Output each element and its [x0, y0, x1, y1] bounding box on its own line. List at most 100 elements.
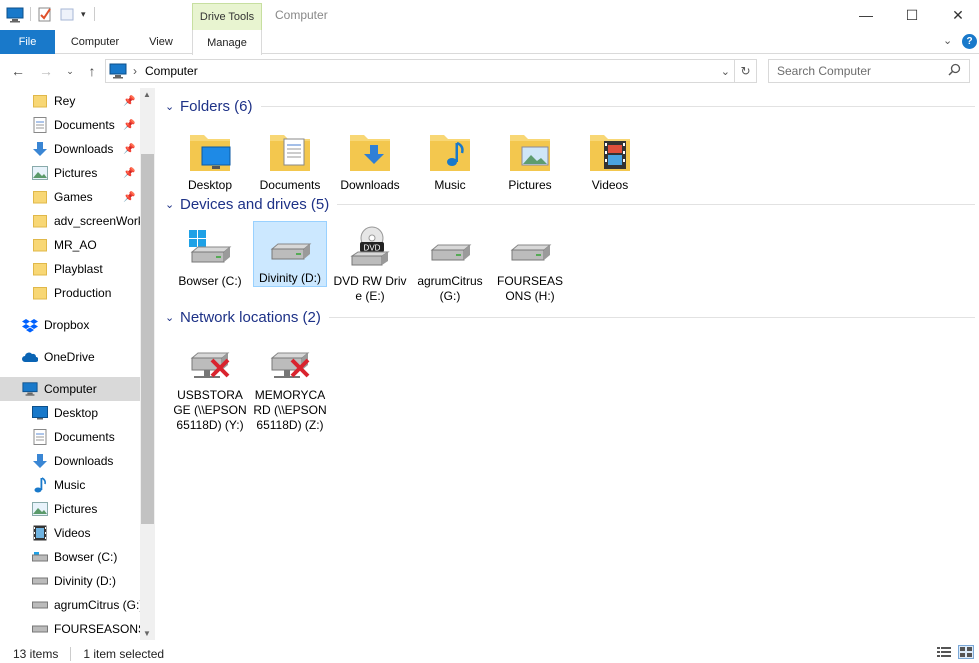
nav-item-desktop[interactable]: Desktop — [0, 401, 140, 425]
collapse-chevron-icon[interactable]: ⌄ — [165, 100, 180, 113]
drive-tile-fourseasons-h[interactable]: FOURSEASONS (H:) — [493, 222, 567, 304]
qa-divider — [30, 7, 31, 21]
nav-item-pictures[interactable]: Pictures — [0, 497, 140, 521]
collapse-chevron-icon[interactable]: ⌄ — [165, 198, 180, 211]
group-divider — [260, 106, 975, 107]
folder-tile-documents[interactable]: Documents — [253, 126, 327, 193]
drive-icon — [32, 573, 48, 589]
pictures-icon — [32, 165, 48, 181]
nav-item-agrumcitrus-g[interactable]: agrumCitrus (G:) — [0, 593, 140, 617]
group-header-folders[interactable]: ⌄ Folders (6) — [165, 98, 975, 115]
nav-item-bowser-c[interactable]: Bowser (C:) — [0, 545, 140, 569]
drive-icon — [32, 549, 48, 565]
back-button[interactable]: ← — [8, 61, 28, 81]
selection-count: 1 item selected — [83, 646, 165, 661]
windows-drive-icon — [186, 224, 234, 272]
music-folder-icon — [426, 128, 474, 176]
pin-icon[interactable]: 📌 — [123, 120, 135, 131]
pin-icon[interactable]: 📌 — [123, 144, 135, 155]
search-box[interactable]: Search Computer — [768, 59, 970, 83]
customize-toolbar-icon[interactable]: ▾ — [81, 9, 86, 20]
nav-item-music[interactable]: Music — [0, 473, 140, 497]
help-icon[interactable]: ? — [962, 34, 977, 49]
folder-tile-videos[interactable]: Videos — [573, 126, 647, 193]
search-icon[interactable] — [948, 63, 961, 79]
nav-item-computer[interactable]: Computer — [0, 377, 140, 401]
nav-item-downloads[interactable]: Downloads — [0, 449, 140, 473]
tab-computer[interactable]: Computer — [58, 30, 132, 54]
search-input[interactable]: Search Computer — [777, 64, 871, 78]
navigation-pane[interactable]: Rey 📌 Documents 📌 Downloads 📌 Pictures 📌… — [0, 88, 155, 643]
pin-icon[interactable]: 📌 — [123, 168, 135, 179]
nav-item-documents[interactable]: Documents — [0, 425, 140, 449]
nav-item-adv-screenwork[interactable]: adv_screenWork — [0, 209, 140, 233]
nav-item-dropbox[interactable]: Dropbox — [0, 313, 140, 337]
forward-button[interactable]: → — [36, 61, 56, 81]
drive-tile-agrumcitrus-g[interactable]: agrumCitrus (G:) — [413, 222, 487, 304]
network-tile-usbstorage-y[interactable]: USBSTORAGE (\\EPSON65118D) (Y:) — [173, 336, 247, 433]
minimize-button[interactable]: — — [843, 0, 889, 30]
content-pane[interactable]: ⌄ Folders (6) Desktop Documents Download… — [160, 90, 975, 640]
nav-item-mr-ao[interactable]: MR_AO — [0, 233, 140, 257]
drive-tile-bowser-c[interactable]: Bowser (C:) — [173, 222, 247, 289]
group-header-devices[interactable]: ⌄ Devices and drives (5) — [165, 196, 975, 213]
scrollbar-thumb[interactable] — [141, 154, 154, 524]
details-view-icon[interactable] — [937, 646, 951, 661]
nav-item-games[interactable]: Games 📌 — [0, 185, 140, 209]
nav-item-videos[interactable]: Videos — [0, 521, 140, 545]
recent-locations-icon[interactable]: ⌄ — [60, 61, 80, 81]
expand-ribbon-icon[interactable]: ⌄ — [943, 34, 952, 47]
group-header-network[interactable]: ⌄ Network locations (2) — [165, 309, 975, 326]
breadcrumb-computer[interactable]: Computer — [145, 64, 198, 78]
pin-icon[interactable]: 📌 — [123, 96, 135, 107]
new-folder-icon[interactable] — [59, 6, 75, 22]
folder-tile-downloads[interactable]: Downloads — [333, 126, 407, 193]
nav-item-documents[interactable]: Documents 📌 — [0, 113, 140, 137]
tab-view[interactable]: View — [138, 30, 184, 54]
nav-item-divinity-d[interactable]: Divinity (D:) — [0, 569, 140, 593]
refresh-icon[interactable]: ↻ — [734, 60, 756, 82]
nav-item-downloads[interactable]: Downloads 📌 — [0, 137, 140, 161]
nav-item-playblast[interactable]: Playblast — [0, 257, 140, 281]
downloads-folder-icon — [346, 128, 394, 176]
address-dropdown-icon[interactable]: ⌄ — [721, 65, 730, 78]
navigation-scrollbar[interactable]: ▲ ▼ — [140, 88, 155, 640]
nav-item-onedrive[interactable]: OneDrive — [0, 345, 140, 369]
drive-icon — [426, 224, 474, 272]
folder-tile-pictures[interactable]: Pictures — [493, 126, 567, 193]
drive-tile-divinity-d[interactable]: Divinity (D:) — [253, 221, 327, 287]
properties-icon[interactable] — [37, 6, 53, 22]
folder-icon — [32, 213, 48, 229]
address-bar[interactable]: › Computer ⌄ ↻ — [105, 59, 757, 83]
computer-icon[interactable] — [6, 7, 24, 23]
scroll-up-icon[interactable]: ▲ — [143, 90, 151, 99]
status-divider — [70, 646, 72, 661]
breadcrumb-chevron-icon: › — [133, 64, 137, 78]
close-button[interactable]: ✕ — [935, 0, 979, 30]
nav-item-production[interactable]: Production — [0, 281, 140, 305]
group-divider — [337, 204, 975, 205]
nav-item-rey[interactable]: Rey 📌 — [0, 89, 140, 113]
tab-manage[interactable]: Manage — [192, 30, 262, 55]
nav-item-pictures[interactable]: Pictures 📌 — [0, 161, 140, 185]
drive-tile-dvd-e[interactable]: DVD DVD RW Drive (E:) — [333, 222, 407, 304]
pin-icon[interactable]: 📌 — [123, 192, 135, 203]
folder-tile-music[interactable]: Music — [413, 126, 487, 193]
dropbox-icon — [22, 317, 38, 333]
onedrive-icon — [22, 349, 38, 365]
nav-item-fourseasons[interactable]: FOURSEASONS ( — [0, 617, 140, 641]
pictures-folder-icon — [506, 128, 554, 176]
music-icon — [32, 477, 48, 493]
group-divider — [328, 317, 975, 318]
folder-tile-desktop[interactable]: Desktop — [173, 126, 247, 193]
tiles-view-icon[interactable] — [958, 645, 974, 659]
computer-icon — [109, 63, 127, 79]
tab-file[interactable]: File — [0, 30, 55, 54]
documents-folder-icon — [266, 128, 314, 176]
up-button[interactable]: ↑ — [82, 61, 102, 81]
desktop-folder-icon — [186, 128, 234, 176]
network-tile-memorycard-z[interactable]: MEMORYCARD (\\EPSON65118D) (Z:) — [253, 336, 327, 433]
maximize-button[interactable]: ☐ — [889, 0, 935, 30]
scroll-down-icon[interactable]: ▼ — [143, 629, 151, 638]
collapse-chevron-icon[interactable]: ⌄ — [165, 311, 180, 324]
